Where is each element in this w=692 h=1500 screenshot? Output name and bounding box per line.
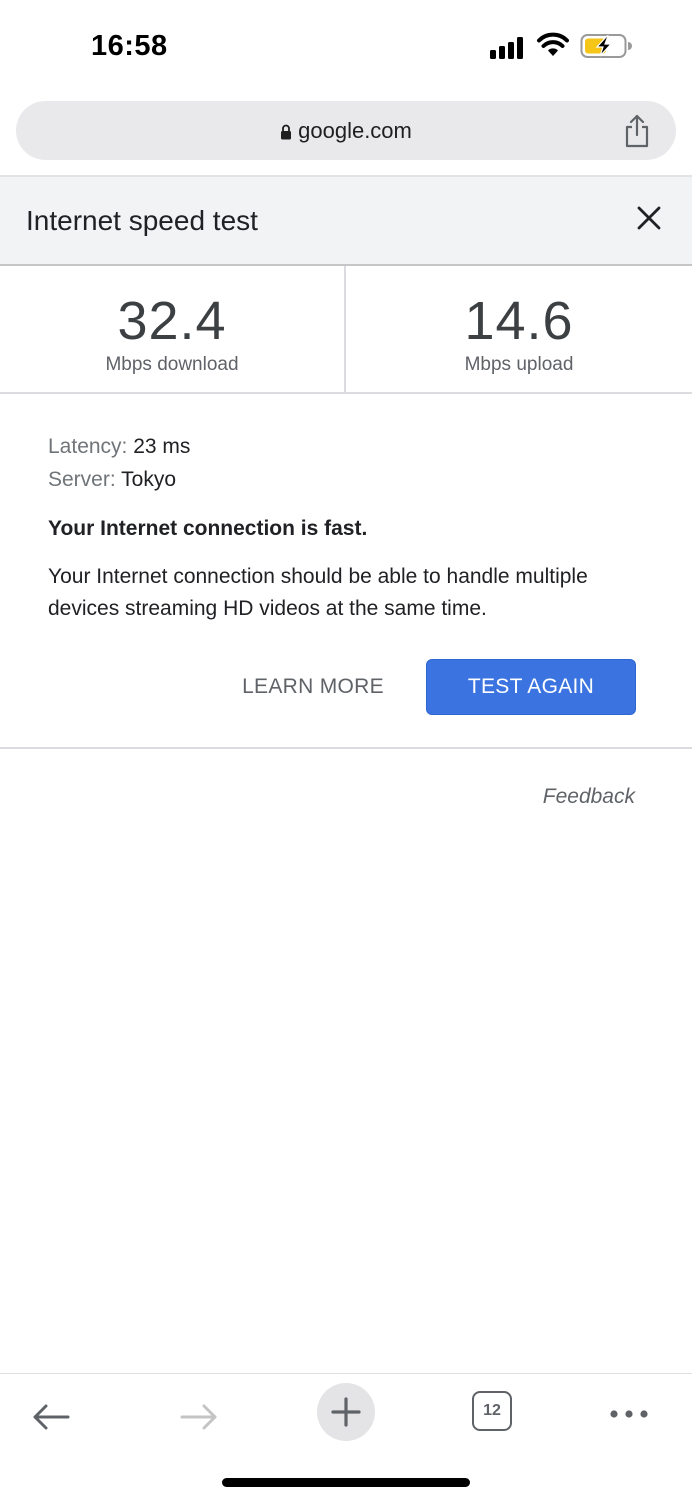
speed-description: Your Internet connection should be able … <box>48 565 588 620</box>
latency-label: Latency: <box>48 435 128 458</box>
status-bar: 16:58 <box>0 0 692 92</box>
results-divider <box>0 747 692 749</box>
battery-charging-icon <box>580 34 632 58</box>
speed-results: 32.4 Mbps download 14.6 Mbps upload <box>0 266 692 394</box>
download-value: 32.4 <box>117 291 227 351</box>
tabs-button[interactable]: 12 <box>472 1391 512 1431</box>
feedback-link[interactable]: Feedback <box>543 785 635 809</box>
new-tab-button[interactable] <box>317 1383 375 1441</box>
wifi-icon <box>537 32 569 56</box>
screen: 16:58 google.com Internet speed test 32.… <box>0 0 692 1500</box>
test-again-button[interactable]: TEST AGAIN <box>426 659 636 715</box>
more-icon <box>610 1410 648 1418</box>
close-icon[interactable] <box>636 205 662 231</box>
back-arrow-icon <box>33 1404 70 1430</box>
speed-test-title: Internet speed test <box>26 205 258 236</box>
speed-test-header: Internet speed test <box>0 177 692 266</box>
status-time: 16:58 <box>91 30 168 62</box>
menu-button[interactable] <box>604 1377 654 1451</box>
upload-unit: Mbps upload <box>464 354 574 375</box>
speed-test-info: Latency: 23 ms Server: Tokyo Your Intern… <box>48 430 648 625</box>
speed-verdict: Your Internet connection is fast. <box>48 517 368 540</box>
home-indicator[interactable] <box>222 1478 470 1487</box>
url-text: google.com <box>298 117 412 143</box>
upload-value: 14.6 <box>464 291 574 351</box>
download-result: 32.4 Mbps download <box>0 266 346 392</box>
share-icon[interactable] <box>622 113 652 149</box>
server-value: Tokyo <box>121 468 177 491</box>
tab-count: 12 <box>483 1402 501 1419</box>
upload-result: 14.6 Mbps upload <box>346 266 692 392</box>
lock-icon <box>281 124 292 140</box>
latency-row: Latency: 23 ms <box>48 430 648 463</box>
plus-icon <box>331 1397 361 1427</box>
speed-test-actions: LEARN MORE TEST AGAIN <box>0 659 692 715</box>
download-unit: Mbps download <box>105 354 239 375</box>
signal-icon <box>490 37 528 59</box>
forward-button[interactable] <box>168 1380 230 1454</box>
server-label: Server: <box>48 468 116 491</box>
learn-more-button[interactable]: LEARN MORE <box>224 659 402 715</box>
forward-arrow-icon <box>180 1404 217 1430</box>
latency-value: 23 ms <box>133 435 191 458</box>
url-content: google.com <box>16 101 676 160</box>
back-button[interactable] <box>20 1380 82 1454</box>
server-row: Server: Tokyo <box>48 463 648 496</box>
url-bar[interactable]: google.com <box>16 101 676 160</box>
